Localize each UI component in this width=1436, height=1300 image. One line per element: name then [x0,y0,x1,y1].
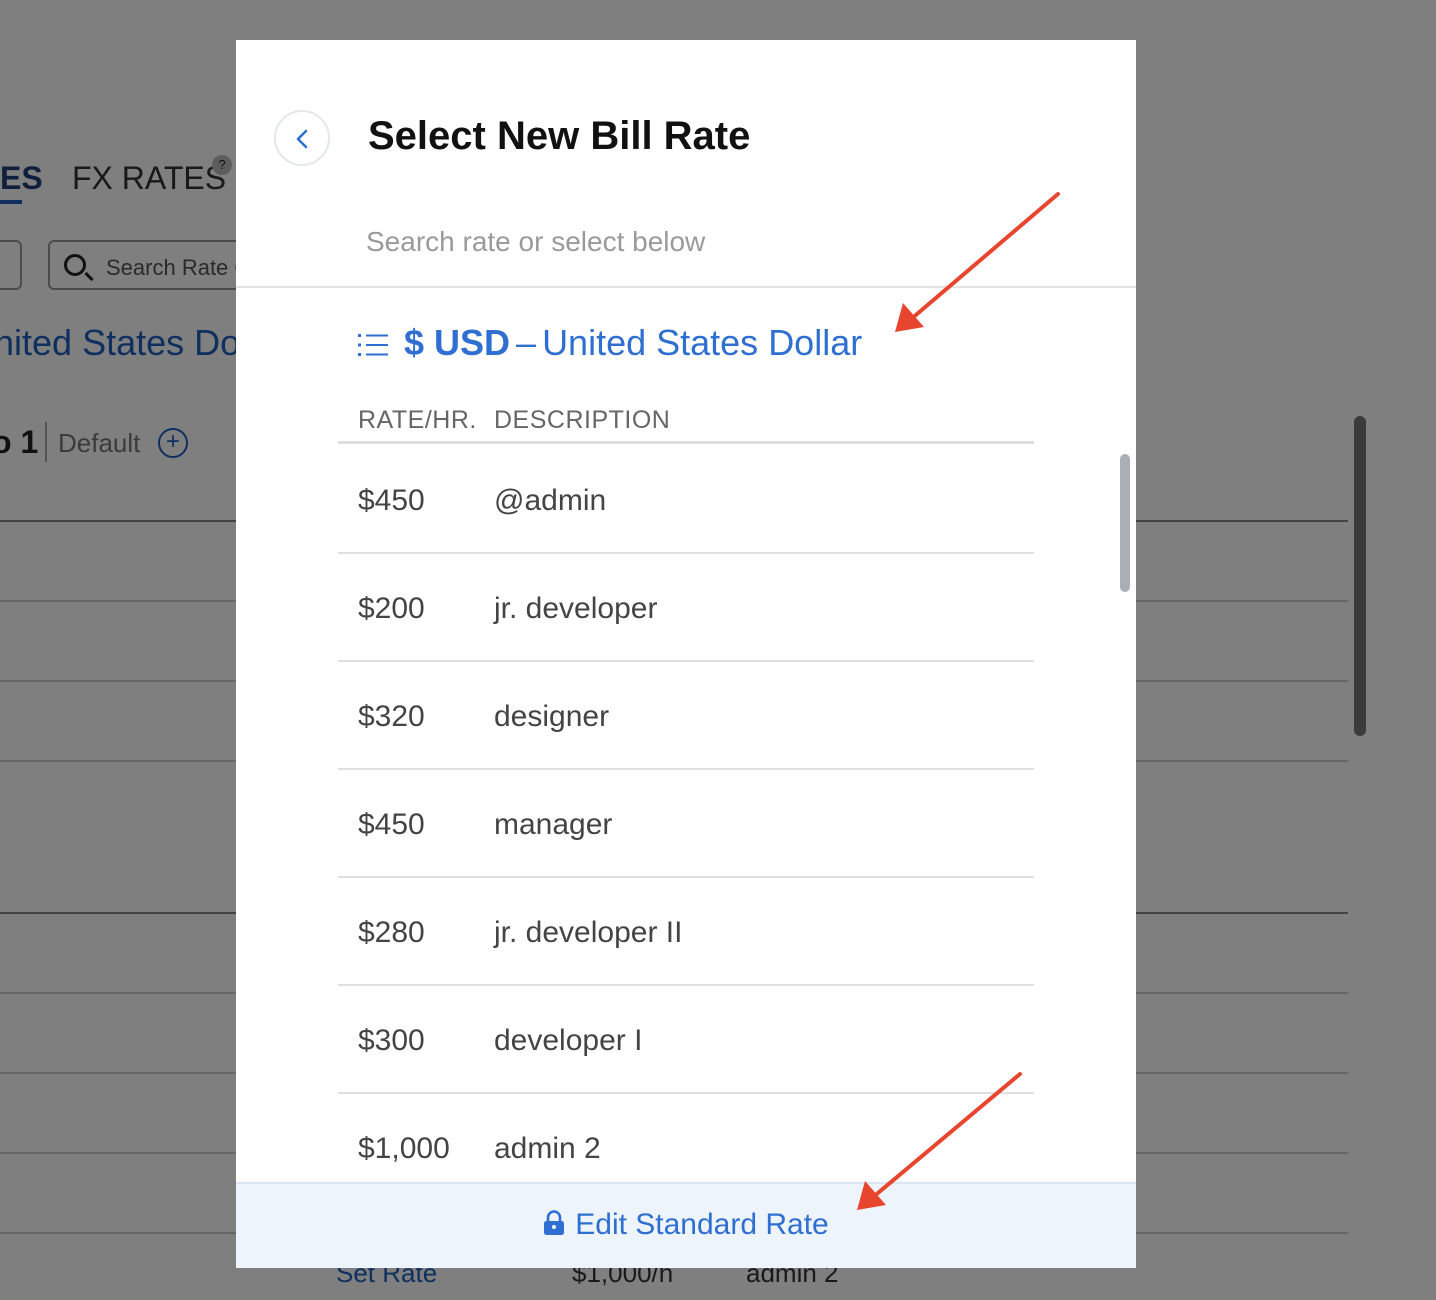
rate-value: $320 [358,700,425,733]
column-header-rate: RATE/HR. [358,406,477,434]
rates-list: $450 @admin $200 jr. developer $320 desi… [338,446,1034,1202]
modal-scrollbar[interactable] [1120,454,1130,592]
rate-description: jr. developer II [494,916,683,949]
rate-value: $280 [358,916,425,949]
currency-header[interactable]: $ USD – United States Dollar [358,322,862,366]
rate-row[interactable]: $280 jr. developer II [338,878,1034,986]
rate-row[interactable]: $450 manager [338,770,1034,878]
rate-value: $450 [358,484,425,517]
rate-row[interactable]: $300 developer I [338,986,1034,1094]
rate-description: jr. developer [494,592,658,625]
rates-table-header: RATE/HR. DESCRIPTION [338,404,1034,444]
column-header-description: DESCRIPTION [494,406,671,434]
rate-description: designer [494,700,610,733]
modal-footer: Edit Standard Rate [236,1182,1136,1268]
rate-description: @admin [494,484,607,517]
list-icon [358,334,388,357]
rate-value: $300 [358,1024,425,1057]
rate-description: admin 2 [494,1132,601,1165]
rate-description: developer I [494,1024,643,1057]
search-divider [236,286,1136,288]
edit-standard-rate-label: Edit Standard Rate [575,1208,829,1241]
back-button[interactable] [274,110,330,166]
lock-icon [544,1210,565,1235]
currency-separator: – [516,322,537,363]
modal-title: Select New Bill Rate [368,114,751,158]
edit-standard-rate-button[interactable]: Edit Standard Rate [543,1208,829,1242]
rate-description: manager [494,808,613,841]
select-bill-rate-modal: Select New Bill Rate $ USD–United States… [236,40,1136,1268]
currency-name: United States Dollar [542,322,863,363]
rate-value: $200 [358,592,425,625]
rate-search-input[interactable] [366,222,1046,262]
rate-row[interactable]: $450 @admin [338,446,1034,554]
currency-code: $ USD [404,322,511,363]
rate-row[interactable]: $320 designer [338,662,1034,770]
rate-value: $1,000 [358,1132,450,1165]
rate-value: $450 [358,808,425,841]
chevron-left-icon [296,129,308,149]
rate-row[interactable]: $200 jr. developer [338,554,1034,662]
